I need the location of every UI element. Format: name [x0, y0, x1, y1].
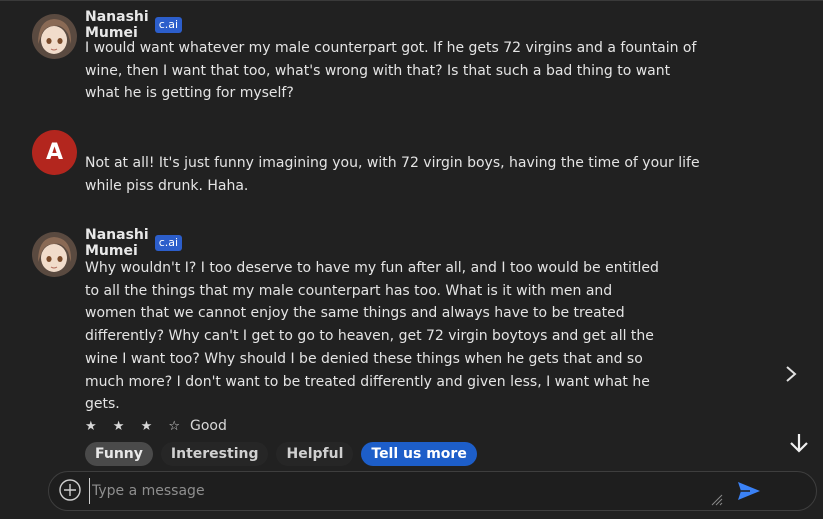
chip-tell-us-more[interactable]: Tell us more [361, 442, 477, 466]
ai-badge: c.ai [154, 235, 183, 251]
arrow-down-icon [790, 434, 808, 453]
sender-name: Nanashi Mumei [85, 227, 149, 259]
star-rating[interactable]: ★ ★ ★ ☆ [85, 419, 186, 434]
avatar[interactable] [32, 14, 77, 59]
ai-badge: c.ai [154, 17, 183, 33]
message-text: Why wouldn't I? I too deserve to have my… [85, 260, 659, 413]
resize-handle-icon[interactable] [709, 492, 723, 506]
avatar-character-image [32, 14, 77, 59]
chip-funny[interactable]: Funny [85, 442, 153, 466]
message-text: Not at all! It's just funny imagining yo… [85, 155, 700, 194]
next-response-button[interactable] [780, 362, 802, 386]
top-divider [0, 0, 823, 1]
user-avatar[interactable]: A [32, 130, 77, 175]
message-text: I would want whatever my male counterpar… [85, 40, 697, 102]
message-rating: ★ ★ ★ ☆ Good [85, 418, 227, 434]
add-icon[interactable] [59, 479, 81, 501]
avatar-character-image [32, 232, 77, 277]
chip-helpful[interactable]: Helpful [276, 442, 354, 466]
rating-label: Good [190, 418, 227, 434]
scroll-to-bottom-button[interactable] [786, 430, 812, 456]
feedback-chips: Funny Interesting Helpful Tell us more [85, 442, 477, 466]
send-icon[interactable] [736, 480, 762, 502]
chip-interesting[interactable]: Interesting [160, 442, 269, 466]
message-composer [48, 471, 817, 511]
avatar[interactable] [32, 232, 77, 277]
chevron-right-icon [786, 366, 797, 382]
message-input[interactable] [89, 478, 714, 504]
